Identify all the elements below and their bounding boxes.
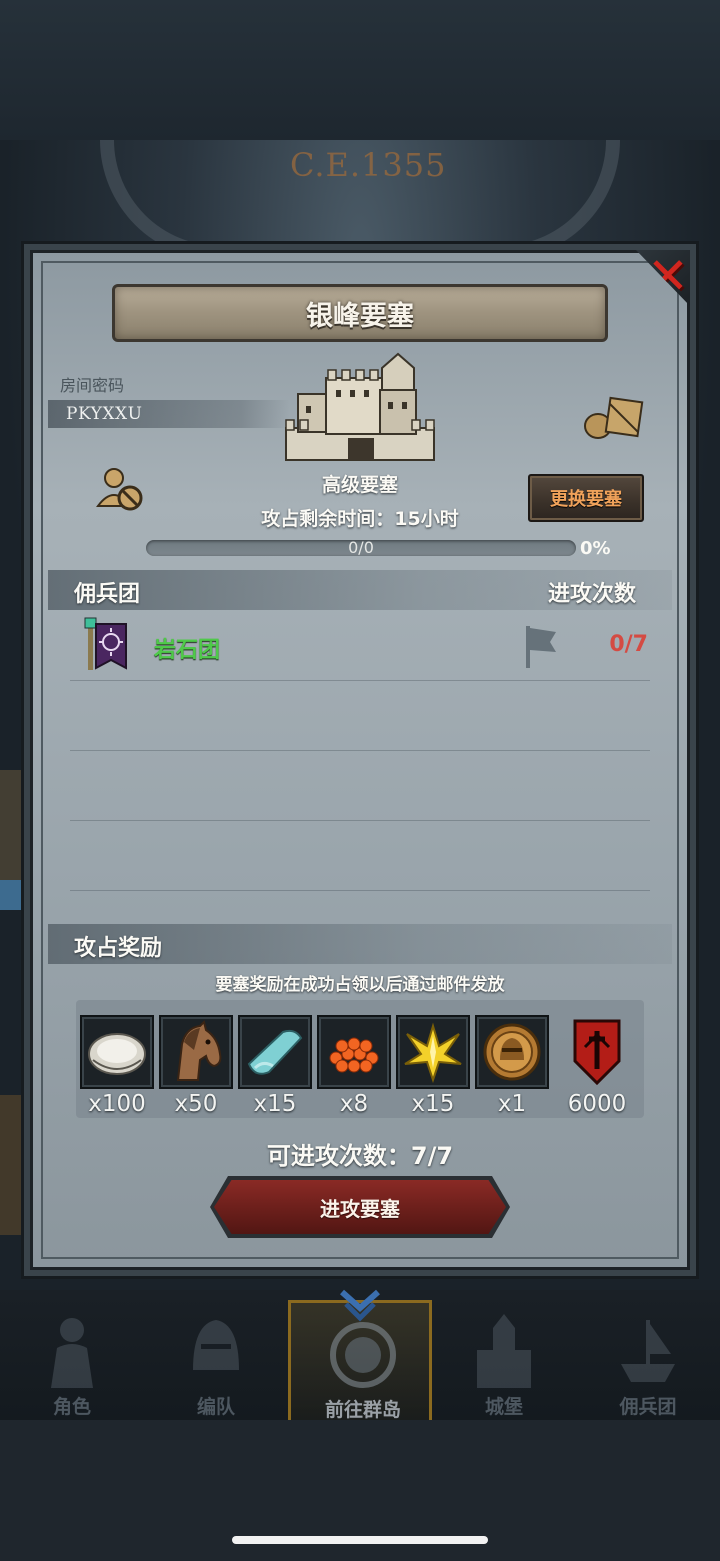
capture-time-remaining: 攻占剩余时间：15小时	[261, 508, 459, 530]
change-fortress-label: 更换要塞	[550, 489, 622, 510]
reward-slot	[396, 1015, 470, 1089]
nav-item-character[interactable]: 角色	[0, 1300, 144, 1420]
nav-item-castle[interactable]: 城堡	[432, 1300, 576, 1420]
room-code-value: PKYXXU	[66, 404, 143, 424]
reward-qty: x8	[339, 1091, 369, 1117]
chevron-down-icon	[340, 1289, 380, 1322]
fortress-icon	[285, 352, 435, 461]
attack-attempts: 可进攻次数：7/7	[266, 1142, 454, 1170]
title-banner: 银峰要塞	[112, 284, 608, 342]
gold-crystal-icon	[404, 1022, 462, 1084]
reward-qty: x50	[174, 1091, 218, 1117]
reward-qty: x15	[411, 1091, 455, 1117]
attack-fortress-label: 进攻要塞	[320, 1196, 400, 1221]
red-shield-icon	[573, 1019, 621, 1086]
nav-label: 佣兵团	[619, 1396, 677, 1418]
row-divider	[70, 680, 650, 681]
panel-title: 银峰要塞	[306, 300, 414, 332]
knight-medal-icon	[483, 1023, 541, 1081]
reward-slot	[475, 1015, 549, 1089]
knight-icon	[51, 1318, 93, 1388]
ship-icon	[621, 1320, 675, 1382]
home-indicator[interactable]	[232, 1536, 488, 1544]
mercenary-section-title: 佣兵团	[74, 582, 141, 607]
reward-item[interactable]: x15	[238, 1015, 312, 1117]
supply-crate-icon[interactable]	[584, 394, 644, 440]
helmet-icon	[193, 1320, 239, 1370]
background-side-element	[0, 880, 30, 910]
nav-label: 前往群岛	[324, 1399, 401, 1421]
row-divider	[70, 890, 650, 891]
row-divider	[70, 750, 650, 751]
background-year: C.E.1355	[290, 146, 447, 184]
reward-item[interactable]: x100	[80, 1015, 154, 1117]
reward-slot	[159, 1015, 233, 1089]
capture-progress-text: 0/0	[348, 538, 374, 557]
reward-item[interactable]: 6000	[560, 1015, 634, 1117]
row-divider	[70, 820, 650, 821]
attacks-column-header: 进攻次数	[548, 582, 637, 607]
nav-label: 角色	[52, 1396, 91, 1418]
rewards-note: 要塞奖励在成功占领以后通过邮件发放	[215, 975, 505, 995]
reward-slot	[560, 1015, 634, 1089]
nav-item-formation[interactable]: 编队	[144, 1300, 288, 1420]
mercenary-banner-icon	[84, 617, 127, 670]
caviar-icon	[329, 1037, 379, 1073]
horse-icon	[176, 1020, 222, 1081]
background-side-element	[0, 770, 30, 880]
rewards-section-title: 攻占奖励	[74, 936, 163, 961]
reward-item[interactable]: x50	[159, 1015, 233, 1117]
reward-item[interactable]: x15	[396, 1015, 470, 1117]
mercenary-attack-count: 0/7	[609, 632, 648, 657]
castle-icon	[477, 1314, 531, 1388]
nav-label: 编队	[196, 1396, 235, 1418]
cloth-icon	[247, 1029, 303, 1075]
no-enemy-icon[interactable]	[96, 466, 144, 512]
fortress-type: 高级要塞	[321, 474, 398, 496]
reward-qty: x15	[253, 1091, 297, 1117]
mercenary-name: 岩石团	[154, 638, 221, 663]
reward-slot	[317, 1015, 391, 1089]
reward-qty: x1	[497, 1091, 527, 1117]
capture-progress-percent: 0%	[580, 538, 611, 559]
reward-slot	[80, 1015, 154, 1089]
nav-item-mercenary[interactable]: 佣兵团	[576, 1300, 720, 1420]
reward-qty: x100	[88, 1091, 146, 1117]
reward-slot	[238, 1015, 312, 1089]
reward-qty: 6000	[567, 1091, 627, 1117]
nav-label: 城堡	[484, 1396, 523, 1418]
room-code-label: 房间密码	[60, 376, 125, 395]
background-side-element	[0, 1095, 30, 1235]
flag-icon	[526, 626, 556, 668]
oyster-icon	[88, 1033, 146, 1075]
change-fortress-button[interactable]: 更换要塞	[528, 474, 644, 522]
status-bar-area	[0, 0, 720, 140]
compass-icon	[330, 1322, 396, 1388]
reward-item[interactable]: x8	[317, 1015, 391, 1117]
attack-fortress-button[interactable]: 进攻要塞	[214, 1180, 506, 1234]
reward-item[interactable]: x1	[475, 1015, 549, 1117]
